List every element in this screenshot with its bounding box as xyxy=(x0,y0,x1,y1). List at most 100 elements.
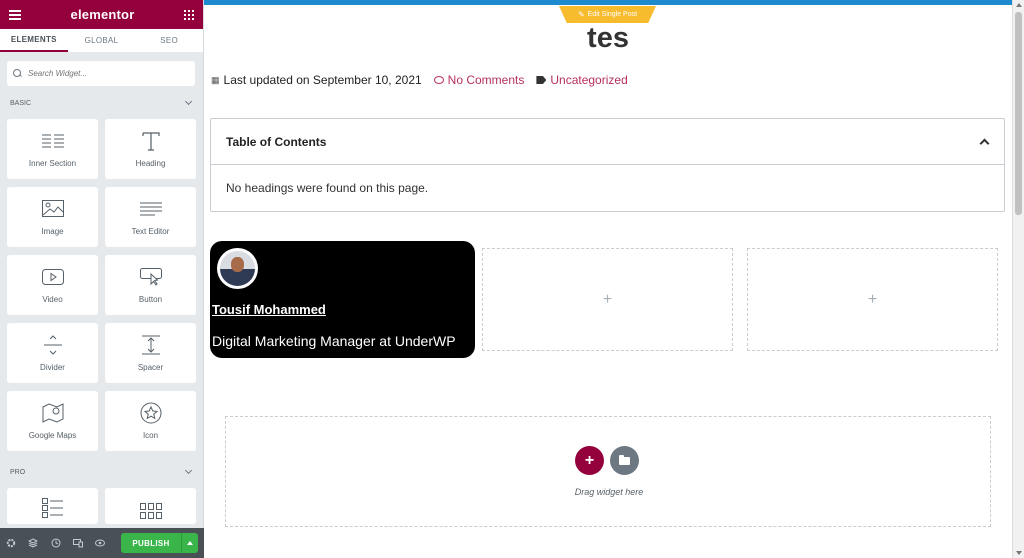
drag-widget-hint: Drag widget here xyxy=(574,487,644,497)
search-input[interactable] xyxy=(28,69,178,78)
toc-header[interactable]: Table of Contents xyxy=(211,119,1004,165)
add-section-dropzone[interactable]: + Drag widget here xyxy=(225,416,991,527)
scroll-down-arrow[interactable] xyxy=(1016,551,1022,555)
category-pro-label: PRO xyxy=(10,468,26,476)
preview-eye-icon[interactable] xyxy=(94,537,105,549)
comment-icon xyxy=(433,76,444,84)
widget-inner-section[interactable]: Inner Section xyxy=(7,119,98,179)
panel-footer: PUBLISH xyxy=(0,528,204,558)
edit-badge-label: Edit Single Post xyxy=(587,11,638,18)
category-basic[interactable]: BASIC xyxy=(0,95,203,111)
inner-section-icon xyxy=(41,131,64,151)
add-new-section-button[interactable]: + xyxy=(575,446,604,475)
image-icon xyxy=(41,199,64,219)
widget-video[interactable]: Video xyxy=(7,255,98,315)
portfolio-grid-icon xyxy=(139,501,162,521)
google-maps-icon xyxy=(42,402,64,423)
panel-header: elementor xyxy=(0,0,203,29)
menu-icon[interactable] xyxy=(9,9,21,20)
widget-search xyxy=(7,61,195,86)
widget-label: Text Editor xyxy=(131,226,170,236)
responsive-mode-icon[interactable] xyxy=(72,537,83,549)
edit-single-post-badge[interactable]: ✎ Edit Single Post xyxy=(559,6,656,23)
panel-tabs: ELEMENTS GLOBAL SEO xyxy=(0,29,203,53)
empty-column-3[interactable]: + xyxy=(747,248,998,351)
avatar xyxy=(217,248,258,289)
posts-icon xyxy=(41,498,64,518)
widget-portfolio[interactable] xyxy=(105,488,196,524)
publish-options-button[interactable] xyxy=(181,533,199,553)
divider-icon xyxy=(42,334,64,355)
widget-heading[interactable]: Heading xyxy=(105,119,196,179)
video-icon xyxy=(41,267,64,287)
settings-icon[interactable] xyxy=(6,537,16,549)
empty-column-2[interactable]: + xyxy=(482,248,733,351)
chevron-down-icon xyxy=(184,466,193,475)
toc-title: Table of Contents xyxy=(226,134,327,149)
widget-label: Video xyxy=(42,294,63,304)
text-editor-icon xyxy=(139,199,162,219)
scroll-thumb[interactable] xyxy=(1015,12,1022,215)
post-title: tes xyxy=(587,22,629,54)
widget-label: Google Maps xyxy=(28,430,77,440)
basic-widgets-grid: Inner Section Heading Image Text Editor xyxy=(0,111,203,451)
tab-seo[interactable]: SEO xyxy=(135,29,203,52)
widget-label: Button xyxy=(138,294,163,304)
publish-button[interactable]: PUBLISH xyxy=(121,533,182,553)
category-pro[interactable]: PRO xyxy=(0,464,203,480)
chevron-down-icon xyxy=(184,97,193,106)
add-widget-plus-icon: + xyxy=(867,290,878,308)
add-widget-plus-icon: + xyxy=(602,290,613,308)
preview-canvas: ✎ Edit Single Post tes ▦ Last updated on… xyxy=(204,0,1024,558)
widget-image[interactable]: Image xyxy=(7,187,98,247)
widget-label: Icon xyxy=(142,430,159,440)
widget-label: Image xyxy=(41,226,64,236)
star-icon xyxy=(140,402,162,423)
spacer-icon xyxy=(140,335,162,355)
tag-icon xyxy=(536,76,547,84)
widget-text-editor[interactable]: Text Editor xyxy=(105,187,196,247)
widget-label: Heading xyxy=(135,158,166,168)
elementor-editor: elementor ELEMENTS GLOBAL SEO BASIC Inne… xyxy=(0,0,1024,558)
history-icon[interactable] xyxy=(50,537,60,549)
category-basic-label: BASIC xyxy=(10,99,32,107)
toc-empty-message: No headings were found on this page. xyxy=(226,181,429,195)
comments-link[interactable]: No Comments xyxy=(448,73,525,87)
dropzone-buttons: + xyxy=(575,446,639,475)
widget-label: Spacer xyxy=(137,362,164,372)
navigator-layers-icon[interactable] xyxy=(28,537,39,549)
tab-global[interactable]: GLOBAL xyxy=(68,29,136,52)
caret-up-icon xyxy=(187,541,194,545)
scroll-up-arrow[interactable] xyxy=(1016,3,1022,7)
widget-divider[interactable]: Divider xyxy=(7,323,98,383)
elementor-logo: elementor xyxy=(70,7,135,22)
button-icon xyxy=(139,267,162,287)
widget-label: Inner Section xyxy=(28,158,77,168)
preview-scrollbar[interactable] xyxy=(1012,0,1024,558)
last-updated: Last updated on September 10, 2021 xyxy=(223,73,422,87)
pencil-icon: ✎ xyxy=(577,10,585,19)
widget-spacer[interactable]: Spacer xyxy=(105,323,196,383)
table-of-contents: Table of Contents No headings were found… xyxy=(210,118,1005,212)
widget-panel: elementor ELEMENTS GLOBAL SEO BASIC Inne… xyxy=(0,0,204,558)
publish-group: PUBLISH xyxy=(121,533,199,553)
author-name-link[interactable]: Tousif Mohammed xyxy=(212,302,326,317)
add-template-button[interactable] xyxy=(610,446,639,475)
widget-google-maps[interactable]: Google Maps xyxy=(7,391,98,451)
category-link[interactable]: Uncategorized xyxy=(550,73,627,87)
chevron-up-icon[interactable] xyxy=(979,138,990,149)
document-accent-bar xyxy=(204,0,1012,5)
folder-icon xyxy=(619,454,630,465)
widget-label: Divider xyxy=(40,362,65,372)
widget-icon[interactable]: Icon xyxy=(105,391,196,451)
post-meta: ▦ Last updated on September 10, 2021 No … xyxy=(211,73,628,87)
author-role: Digital Marketing Manager at UnderWP xyxy=(212,333,456,349)
apps-grid-icon[interactable] xyxy=(184,9,194,20)
widget-button[interactable]: Button xyxy=(105,255,196,315)
heading-icon xyxy=(140,131,162,151)
pro-widgets-grid xyxy=(0,480,203,524)
tab-elements[interactable]: ELEMENTS xyxy=(0,29,68,52)
calendar-icon: ▦ xyxy=(211,74,220,85)
widget-posts[interactable] xyxy=(7,488,98,524)
search-icon xyxy=(13,69,22,78)
